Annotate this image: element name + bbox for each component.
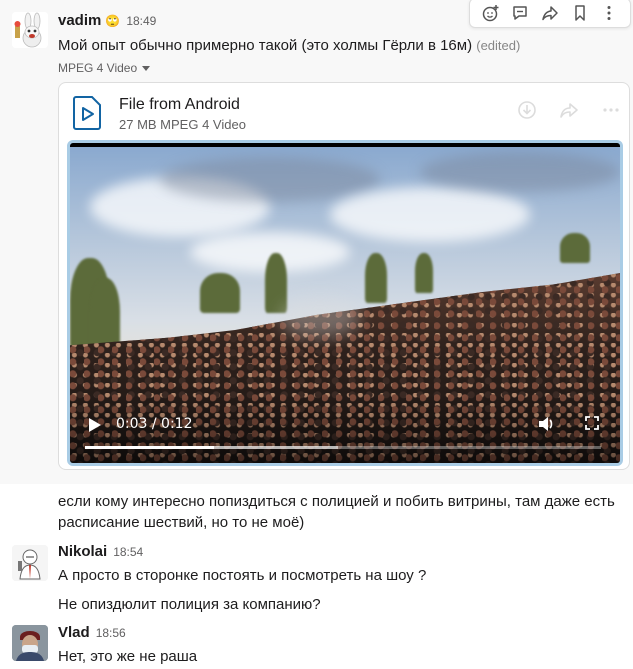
- fullscreen-icon[interactable]: [585, 416, 599, 430]
- caret-down-icon: [142, 61, 151, 75]
- more-icon[interactable]: [596, 0, 622, 26]
- more-actions-icon[interactable]: [601, 100, 621, 124]
- video-progress-bar[interactable]: [85, 446, 601, 449]
- play-icon[interactable]: [88, 417, 102, 433]
- volume-icon[interactable]: [537, 415, 555, 433]
- message-body: Не опиздюлит полиция за компанию?: [58, 596, 321, 613]
- video-frame-image[interactable]: 0:03 / 0:12: [70, 147, 620, 463]
- message-body: А просто в сторонке постоять и посмотрет…: [58, 567, 427, 584]
- video-file-icon: [72, 95, 104, 131]
- status-emoji: 🙄: [105, 13, 121, 28]
- avatar-vlad[interactable]: [12, 625, 48, 661]
- bookmark-icon[interactable]: [567, 0, 593, 26]
- author-name[interactable]: Nikolai: [58, 543, 107, 560]
- timestamp[interactable]: 18:56: [96, 626, 126, 640]
- message-vadim[interactable]: vadim 🙄 18:49 Мой опыт обычно примерно т…: [0, 0, 633, 484]
- message-followup-line: расписание шествий, но то не моё): [58, 514, 305, 531]
- file-actions: [517, 100, 621, 124]
- video-player[interactable]: 0:03 / 0:12: [67, 140, 623, 466]
- download-icon[interactable]: [517, 100, 537, 124]
- attachment-kind-label: MPEG 4 Video: [58, 61, 138, 75]
- message-body: Мой опыт обычно примерно такой (это холм…: [58, 37, 473, 54]
- file-meta: 27 MB MPEG 4 Video: [119, 117, 246, 132]
- video-progress-fill: [85, 446, 214, 449]
- file-title[interactable]: File from Android: [119, 96, 240, 114]
- attachment-toggle[interactable]: MPEG 4 Video: [58, 61, 151, 75]
- edited-label: (edited): [476, 38, 521, 53]
- message-text: Мой опыт обычно примерно такой (это холм…: [58, 35, 520, 57]
- video-time: 0:03 / 0:12: [116, 416, 193, 432]
- message-body: Нет, это же не раша: [58, 648, 198, 665]
- avatar-vadim[interactable]: [12, 12, 48, 48]
- reply-thread-icon[interactable]: [507, 0, 533, 26]
- video-controls: 0:03 / 0:12: [70, 393, 620, 463]
- file-card[interactable]: File from Android 27 MB MPEG 4 Video 0:0…: [58, 82, 630, 470]
- share-icon[interactable]: [537, 0, 563, 26]
- timestamp[interactable]: 18:49: [126, 14, 156, 28]
- message-followup-line: если кому интересно попиздиться с полици…: [58, 493, 615, 510]
- message-actions-toolbar: [469, 0, 631, 28]
- timestamp[interactable]: 18:54: [113, 545, 143, 559]
- author-name[interactable]: Vlad: [58, 624, 90, 641]
- avatar-nikolai[interactable]: [12, 545, 48, 581]
- author-name[interactable]: vadim: [58, 12, 101, 29]
- add-reaction-icon[interactable]: [478, 0, 504, 26]
- share-file-icon[interactable]: [559, 100, 579, 124]
- scrollbar[interactable]: [627, 0, 633, 669]
